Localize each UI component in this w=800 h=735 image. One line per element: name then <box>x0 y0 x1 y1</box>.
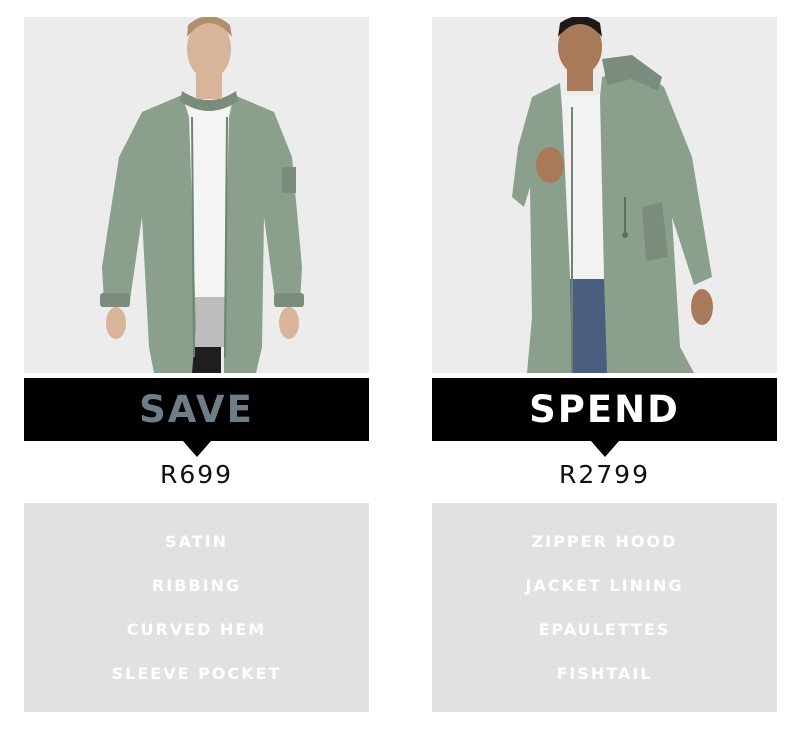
bomber-jacket-illustration <box>24 17 369 373</box>
spend-feature-item: EPAULETTES <box>538 620 671 639</box>
spend-feature-item: JACKET LINING <box>525 576 684 595</box>
bomber-jacket-photo[interactable] <box>24 17 369 373</box>
save-card[interactable]: SAVE R699 SATIN RIBBING CURVED HEM SLEEV… <box>24 17 369 712</box>
spend-banner: SPEND <box>432 378 777 457</box>
save-pointer-arrow <box>182 441 211 457</box>
spend-feature-item: ZIPPER HOOD <box>531 532 678 551</box>
spend-feature-item: FISHTAIL <box>556 664 653 683</box>
spend-card[interactable]: SPEND R2799 ZIPPER HOOD JACKET LINING EP… <box>432 17 777 712</box>
save-label: SAVE <box>139 388 254 431</box>
save-feature-item: RIBBING <box>151 576 242 595</box>
spend-label: SPEND <box>529 388 680 431</box>
save-feature-item: CURVED HEM <box>126 620 267 639</box>
save-features-panel: SATIN RIBBING CURVED HEM SLEEVE POCKET <box>24 503 369 712</box>
save-banner: SAVE <box>24 378 369 457</box>
save-feature-item: SATIN <box>165 532 228 551</box>
parka-jacket-photo[interactable] <box>432 17 777 373</box>
save-feature-item: SLEEVE POCKET <box>111 664 282 683</box>
spend-features-panel: ZIPPER HOOD JACKET LINING EPAULETTES FIS… <box>432 503 777 712</box>
parka-jacket-illustration <box>432 17 777 373</box>
spend-pointer-arrow <box>590 441 619 457</box>
